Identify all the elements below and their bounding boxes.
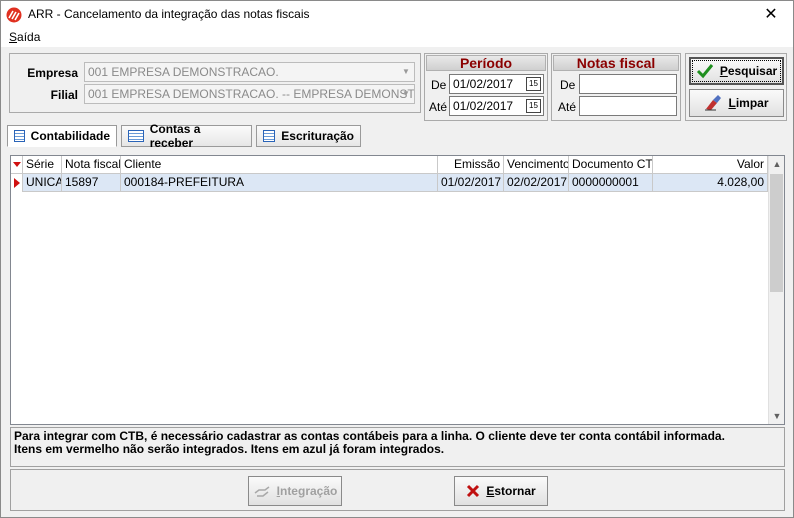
cell-valor: 4.028,00 xyxy=(653,174,768,192)
limpar-button[interactable]: Limpar xyxy=(689,89,784,117)
close-button[interactable]: ✕ xyxy=(749,1,793,29)
tab-contabilidade-label: Contabilidade xyxy=(30,129,110,143)
scroll-down-icon[interactable]: ▼ xyxy=(769,408,785,424)
cell-vencimento: 02/02/2017 xyxy=(504,174,569,192)
integracao-button[interactable]: Integração xyxy=(248,476,342,506)
estornar-button[interactable]: Estornar xyxy=(454,476,548,506)
cell-nota-fiscal: 15897 xyxy=(62,174,121,192)
row-indicator xyxy=(11,174,23,192)
app-logo-icon xyxy=(6,7,22,23)
integration-hand-icon xyxy=(254,486,270,497)
current-row-arrow-icon xyxy=(14,178,20,188)
sort-down-icon xyxy=(13,162,21,167)
table-icon xyxy=(263,130,276,142)
chevron-down-icon: ▼ xyxy=(402,67,410,76)
estornar-label: Estornar xyxy=(486,484,536,498)
empresa-label: Empresa xyxy=(27,66,78,80)
window-title: ARR - Cancelamento da integração das not… xyxy=(28,7,310,21)
tab-escrituracao[interactable]: Escrituração xyxy=(256,125,361,147)
cell-cliente: 000184-PREFEITURA xyxy=(121,174,438,192)
tab-contas-label: Contas a receber xyxy=(149,122,201,150)
window: ARR - Cancelamento da integração das not… xyxy=(0,0,794,518)
table-header: Série Nota fiscal Cliente Emissão Vencim… xyxy=(11,156,768,174)
notas-title: Notas fiscal xyxy=(553,55,679,71)
periodo-de-value: 01/02/2017 xyxy=(453,77,514,91)
main-area: Empresa 001 EMPRESA DEMONSTRACAO. ▼ Fili… xyxy=(1,47,793,517)
column-valor[interactable]: Valor xyxy=(653,156,768,174)
x-icon xyxy=(467,484,480,498)
tab-contas-a-receber[interactable]: Contas a receber xyxy=(121,122,252,150)
notas-group: Notas fiscal De Até xyxy=(551,53,681,121)
column-documento-ctb[interactable]: Documento CTB xyxy=(569,156,653,174)
bottom-actions: Integração Estornar xyxy=(10,469,785,511)
calendar-icon[interactable]: 15 xyxy=(526,99,541,113)
filial-label: Filial xyxy=(50,88,78,102)
scroll-thumb[interactable] xyxy=(770,174,783,292)
table-row[interactable]: UNICA 15897 000184-PREFEITURA 01/02/2017… xyxy=(11,174,768,192)
column-nota-fiscal[interactable]: Nota fiscal xyxy=(62,156,121,174)
vertical-scrollbar[interactable]: ▲ ▼ xyxy=(768,156,784,424)
info-line-2: Itens em vermelho não serão integrados. … xyxy=(14,442,445,456)
periodo-de-input[interactable]: 01/02/2017 15 xyxy=(449,74,544,94)
column-vencimento[interactable]: Vencimento xyxy=(504,156,569,174)
limpar-label: Limpar xyxy=(728,96,769,110)
tab-contabilidade[interactable]: Contabilidade xyxy=(7,125,117,147)
notas-ate-label: Até xyxy=(558,100,577,114)
periodo-ate-value: 01/02/2017 xyxy=(453,99,514,113)
integracao-label: Integração xyxy=(276,484,338,498)
periodo-group: Período De 01/02/2017 15 Até 01/02/2017 … xyxy=(424,53,548,121)
notas-ate-input[interactable] xyxy=(579,96,677,116)
company-group: Empresa 001 EMPRESA DEMONSTRACAO. ▼ Fili… xyxy=(9,53,421,113)
actions-group: Pesquisar Limpar xyxy=(685,53,787,121)
scroll-up-icon[interactable]: ▲ xyxy=(769,156,785,172)
filial-select[interactable]: 001 EMPRESA DEMONSTRACAO. -- EMPRESA DEM… xyxy=(84,84,415,104)
empresa-select[interactable]: 001 EMPRESA DEMONSTRACAO. ▼ xyxy=(84,62,415,82)
periodo-ate-label: Até xyxy=(429,100,448,114)
column-indicator[interactable] xyxy=(11,156,23,174)
pesquisar-button[interactable]: Pesquisar xyxy=(689,57,784,85)
cell-emissao: 01/02/2017 xyxy=(438,174,504,192)
close-icon: ✕ xyxy=(764,6,778,23)
cell-documento-ctb: 0000000001 xyxy=(569,174,653,192)
column-serie[interactable]: Série xyxy=(23,156,62,174)
chevron-down-icon: ▼ xyxy=(402,89,410,98)
periodo-ate-input[interactable]: 01/02/2017 15 xyxy=(449,96,544,116)
empresa-value: 001 EMPRESA DEMONSTRACAO. xyxy=(88,65,279,79)
tab-escrituracao-label: Escrituração xyxy=(281,129,354,143)
periodo-title: Período xyxy=(426,55,546,71)
notas-de-input[interactable] xyxy=(579,74,677,94)
title-bar: ARR - Cancelamento da integração das not… xyxy=(1,1,793,29)
menu-saida[interactable]: Saída xyxy=(9,30,40,44)
column-emissao[interactable]: Emissão xyxy=(438,156,504,174)
filial-value: 001 EMPRESA DEMONSTRACAO. -- EMPRESA DEM… xyxy=(88,87,415,101)
column-cliente[interactable]: Cliente xyxy=(121,156,438,174)
cell-serie: UNICA xyxy=(23,174,62,192)
checkmark-icon xyxy=(696,64,713,79)
menu-bar: Saída xyxy=(1,29,793,47)
periodo-de-label: De xyxy=(431,78,447,92)
notas-de-label: De xyxy=(560,78,576,92)
pesquisar-label: Pesquisar xyxy=(719,64,778,78)
info-panel: Para integrar com CTB, é necessário cada… xyxy=(10,427,785,467)
invoices-table: Série Nota fiscal Cliente Emissão Vencim… xyxy=(10,155,785,425)
eraser-icon xyxy=(705,95,722,111)
table-icon xyxy=(14,130,25,142)
calendar-icon[interactable]: 15 xyxy=(526,77,541,91)
table-icon xyxy=(128,130,144,142)
